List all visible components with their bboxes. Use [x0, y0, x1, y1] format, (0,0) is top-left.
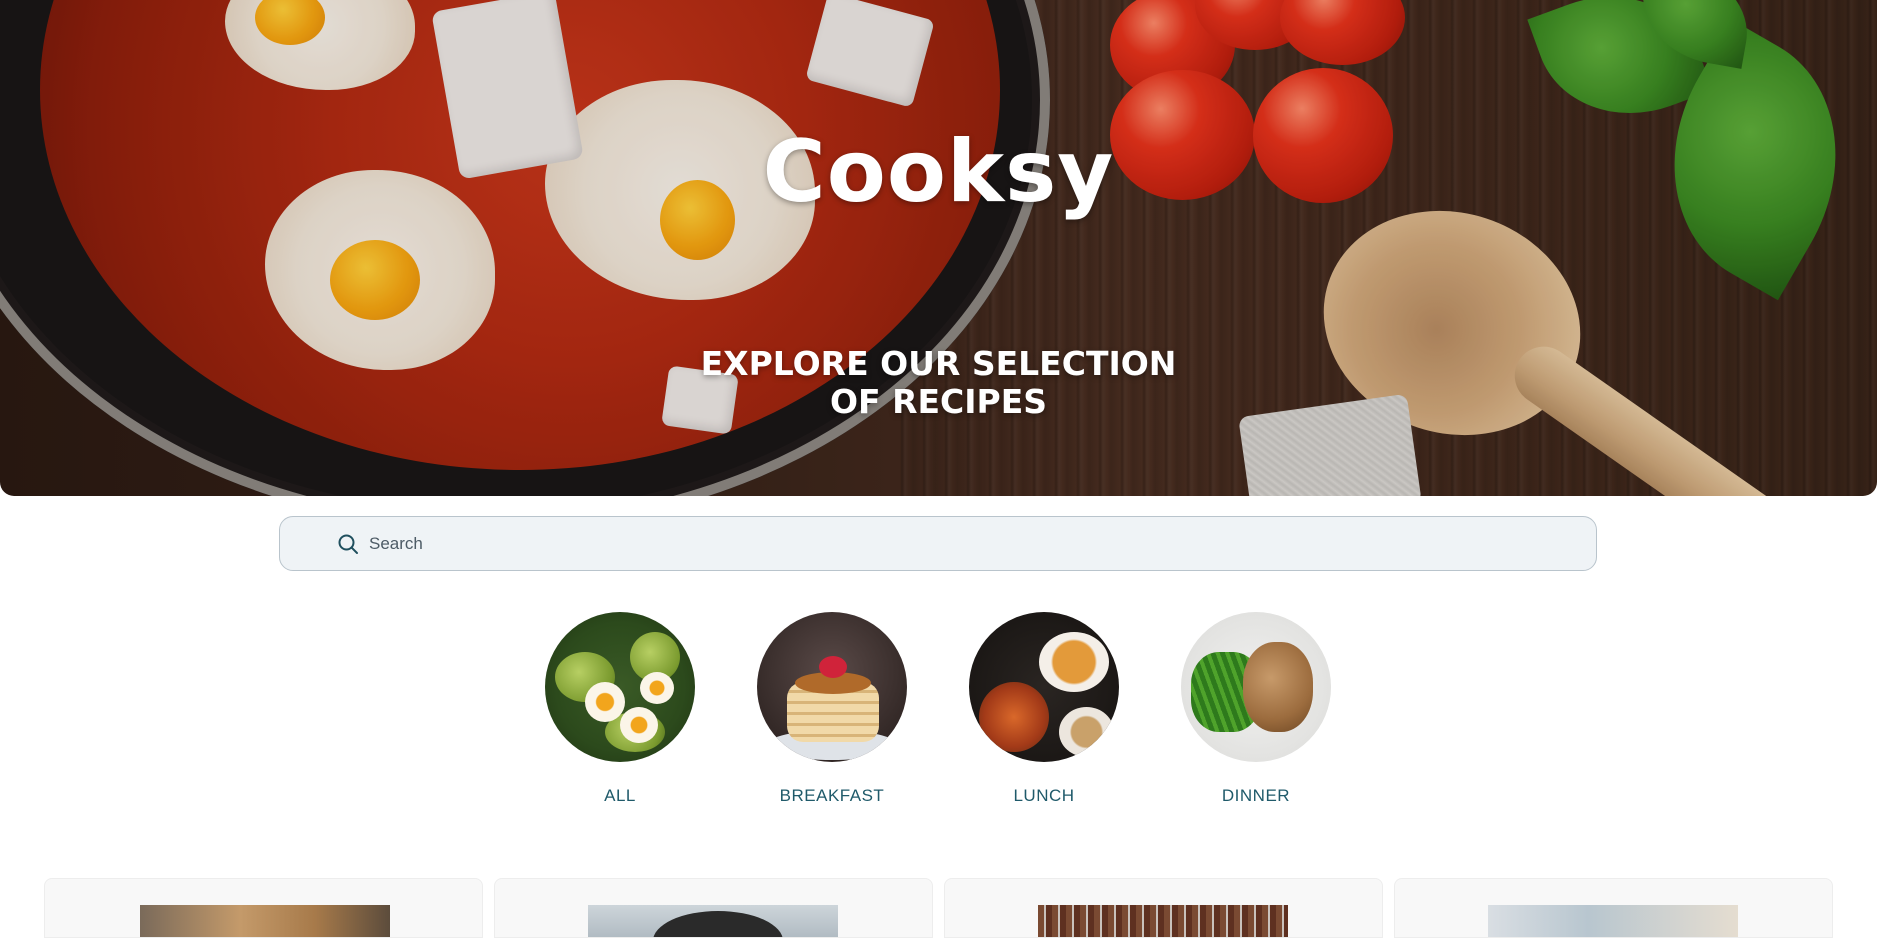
recipe-thumbnail[interactable]: [140, 905, 390, 937]
recipe-card[interactable]: [1394, 878, 1833, 938]
recipe-card[interactable]: [494, 878, 933, 938]
recipe-card[interactable]: [944, 878, 1383, 938]
hero-banner: Cooksy EXPLORE OUR SELECTION OF RECIPES: [0, 0, 1877, 496]
category-label[interactable]: ALL: [530, 786, 710, 806]
search-bar[interactable]: [279, 516, 1597, 571]
category-lunch[interactable]: LUNCH: [954, 612, 1134, 806]
search-icon: [338, 534, 358, 554]
hero-tagline: EXPLORE OUR SELECTION OF RECIPES: [700, 344, 1177, 421]
category-list: ALL BREAKFAST LUNCH DINNER: [0, 612, 1877, 812]
dinner-plate-image[interactable]: [1181, 612, 1331, 762]
brand-logo: Cooksy: [762, 122, 1115, 222]
recipe-grid: [0, 878, 1877, 938]
recipe-thumbnail[interactable]: [588, 905, 838, 937]
category-label[interactable]: LUNCH: [954, 786, 1134, 806]
pancakes-image[interactable]: [757, 612, 907, 762]
recipe-card[interactable]: [44, 878, 483, 938]
lunch-bowls-image[interactable]: [969, 612, 1119, 762]
category-label[interactable]: DINNER: [1166, 786, 1346, 806]
recipe-thumbnail[interactable]: [1038, 905, 1288, 937]
category-dinner[interactable]: DINNER: [1166, 612, 1346, 806]
search-input[interactable]: [369, 523, 1519, 564]
category-label[interactable]: BREAKFAST: [742, 786, 922, 806]
category-breakfast[interactable]: BREAKFAST: [742, 612, 922, 806]
recipe-thumbnail[interactable]: [1488, 905, 1738, 937]
category-all[interactable]: ALL: [530, 612, 710, 806]
salad-image[interactable]: [545, 612, 695, 762]
